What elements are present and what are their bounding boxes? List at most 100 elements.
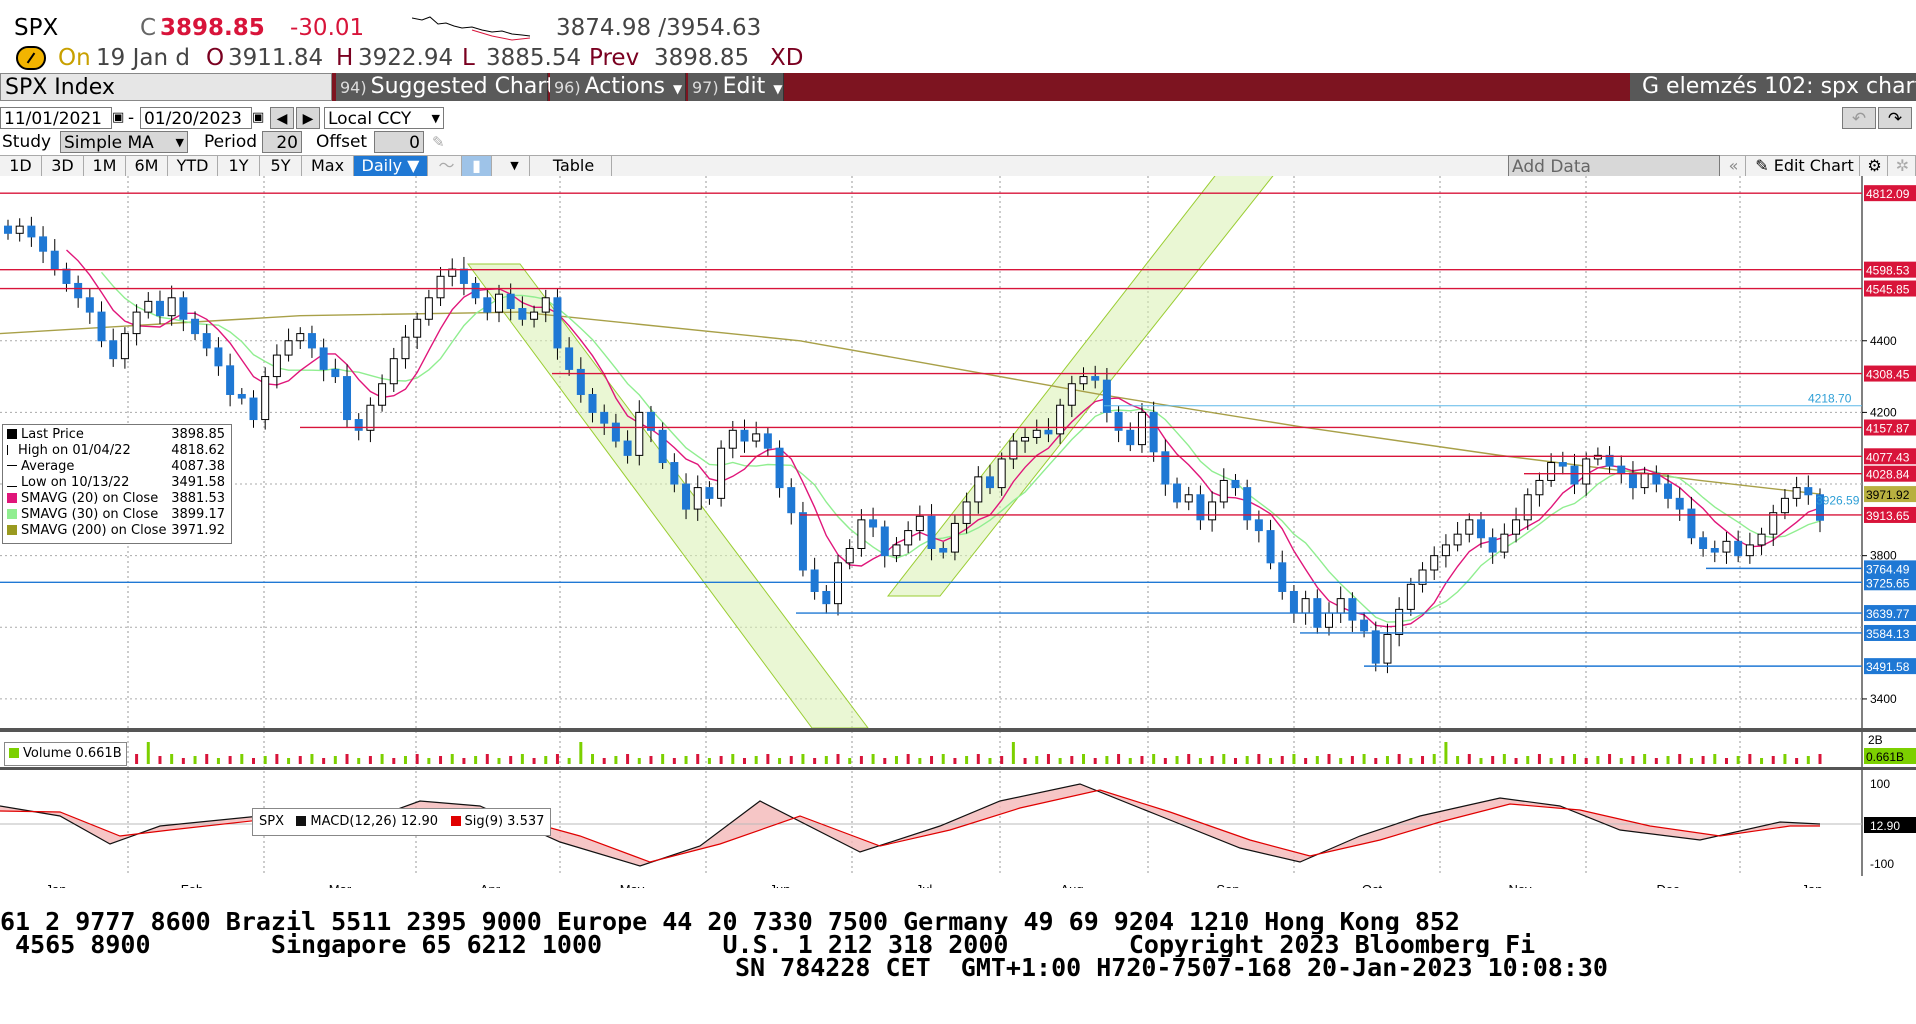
month-label: Nov bbox=[1508, 882, 1532, 888]
caret-down-icon[interactable]: ▼ bbox=[500, 156, 530, 176]
candle-down bbox=[1558, 462, 1567, 467]
redo-icon[interactable]: ↷ bbox=[1878, 107, 1912, 129]
candle-up bbox=[1465, 519, 1474, 535]
security-input[interactable]: SPX Index bbox=[0, 73, 332, 101]
volume-bar bbox=[731, 754, 735, 764]
range-6m-button[interactable]: 6M bbox=[126, 156, 168, 176]
volume-bar bbox=[1502, 754, 1506, 764]
volume-bar bbox=[1350, 756, 1354, 764]
undo-icon[interactable]: ↶ bbox=[1842, 107, 1876, 129]
start-date-input[interactable]: 11/01/2021 bbox=[0, 107, 112, 129]
resistance-label: 4157.87 bbox=[1866, 421, 1910, 435]
range-5y-button[interactable]: 5Y bbox=[260, 156, 302, 176]
candle-down bbox=[109, 340, 118, 360]
volume-bar bbox=[357, 758, 361, 764]
range-1y-button[interactable]: 1Y bbox=[218, 156, 260, 176]
volume-bar bbox=[158, 756, 162, 764]
candle-down bbox=[869, 519, 878, 528]
candle-chart-icon[interactable]: ▮ bbox=[462, 156, 492, 176]
calendar-icon[interactable]: ▣ bbox=[252, 107, 264, 129]
pencil-icon[interactable]: ✎ bbox=[432, 131, 445, 153]
ticker-symbol: SPX bbox=[14, 15, 59, 41]
legend-value: 4818.62 bbox=[171, 443, 225, 458]
candle-up bbox=[1792, 487, 1801, 499]
candle-up bbox=[1640, 472, 1649, 489]
calendar-icon[interactable]: ▣ bbox=[112, 107, 124, 129]
actions-menu[interactable]: 96) Actions ▼ bbox=[550, 73, 686, 101]
collapse-icon[interactable]: « bbox=[1722, 156, 1746, 176]
candle-up bbox=[1441, 544, 1450, 557]
study-select[interactable]: Simple MA ▼ bbox=[60, 131, 188, 153]
macd-axis-label: 100 bbox=[1870, 777, 1890, 791]
volume-bar bbox=[859, 756, 863, 764]
month-label: Apr bbox=[480, 882, 501, 888]
gear-icon[interactable]: ✲ bbox=[1890, 156, 1916, 176]
candle-down bbox=[319, 347, 328, 370]
legend-label: Average bbox=[21, 459, 75, 474]
candle-up bbox=[1757, 533, 1766, 546]
volume-bar bbox=[801, 754, 805, 764]
period-input[interactable]: 20 bbox=[262, 131, 302, 153]
candle-up bbox=[1722, 540, 1731, 553]
volume-bar bbox=[216, 758, 220, 764]
legend-row: Average 4087.38 bbox=[7, 459, 227, 475]
quote-line-2: On 19 Jan d O 3911.84 H 3922.94 L 3885.5… bbox=[0, 44, 1916, 72]
candle-up bbox=[120, 333, 129, 360]
candle-up bbox=[494, 293, 503, 313]
frequency-select[interactable]: Daily ▼ bbox=[354, 156, 428, 176]
month-label: Oct bbox=[1362, 882, 1383, 888]
candle-down bbox=[1278, 562, 1287, 592]
volume-bar bbox=[439, 756, 443, 764]
candle-up bbox=[635, 411, 644, 456]
legend-value: 3971.92 bbox=[171, 523, 225, 538]
range-1d-button[interactable]: 1D bbox=[0, 156, 42, 176]
on-label: On bbox=[58, 45, 91, 71]
volume-bar bbox=[1631, 756, 1635, 764]
legend-row: Low on 10/13/22 3491.58 bbox=[7, 475, 227, 491]
currency-select[interactable]: Local CCY ▼ bbox=[324, 107, 444, 129]
edit-chart-button[interactable]: ✎ Edit Chart bbox=[1750, 156, 1860, 176]
range-1m-button[interactable]: 1M bbox=[84, 156, 126, 176]
settings-icon[interactable]: ⚙ bbox=[1862, 156, 1888, 176]
candle-down bbox=[331, 368, 340, 378]
range-max-button[interactable]: Max bbox=[302, 156, 354, 176]
volume-bar bbox=[474, 756, 478, 764]
range-ytd-button[interactable]: YTD bbox=[168, 156, 218, 176]
candle-down bbox=[155, 300, 164, 317]
macd-label: MACD(12,26) 12.90 bbox=[310, 814, 439, 829]
intraday-sparkline bbox=[412, 16, 530, 41]
volume-bar bbox=[965, 756, 969, 764]
candle-up bbox=[413, 318, 422, 338]
offset-input[interactable]: 0 bbox=[374, 131, 424, 153]
price-chart[interactable]: 4812.09 4598.53 4545.85 4308.45 4157.87 4077.… bbox=[0, 176, 1916, 888]
table-button[interactable]: Table bbox=[536, 156, 612, 176]
candle-up bbox=[1021, 436, 1030, 442]
candle-down bbox=[1126, 429, 1135, 446]
edit-menu[interactable]: 97) Edit ▼ bbox=[688, 73, 784, 101]
volume-bar bbox=[1339, 758, 1343, 764]
price-legend: Last Price 3898.85 High on 01/04/22 4818.6… bbox=[2, 424, 232, 544]
volume-bar bbox=[696, 754, 700, 764]
volume-bar bbox=[1093, 758, 1097, 764]
line-chart-icon[interactable]: 〜 bbox=[432, 156, 462, 176]
suggested-charts-menu[interactable]: 94) Suggested Charts bbox=[336, 73, 566, 101]
candle-up bbox=[1500, 533, 1509, 553]
volume-bar bbox=[427, 758, 431, 764]
speed-gauge-icon[interactable] bbox=[16, 46, 46, 70]
legend-label: SMAVG (200) on Close bbox=[21, 523, 167, 538]
title-bar: SPX Index 94) Suggested Charts 96) Actions… bbox=[0, 73, 1916, 101]
candle-up bbox=[892, 544, 901, 557]
end-date-input[interactable]: 01/20/2023 bbox=[140, 107, 252, 129]
volume-bar bbox=[754, 756, 758, 764]
scroll-right-icon[interactable]: ▶ bbox=[296, 107, 320, 129]
legend-label: High on 01/04/22 bbox=[18, 443, 131, 458]
candle-down bbox=[226, 365, 235, 395]
candle-up bbox=[845, 547, 854, 564]
caret-down-icon: ▼ bbox=[175, 136, 184, 149]
scroll-left-icon[interactable]: ◀ bbox=[270, 107, 294, 129]
candle-down bbox=[705, 487, 714, 499]
month-label: Jul bbox=[916, 882, 933, 888]
range-3d-button[interactable]: 3D bbox=[42, 156, 84, 176]
volume-bar bbox=[1549, 758, 1553, 764]
add-data-input[interactable]: Add Data bbox=[1508, 155, 1720, 177]
